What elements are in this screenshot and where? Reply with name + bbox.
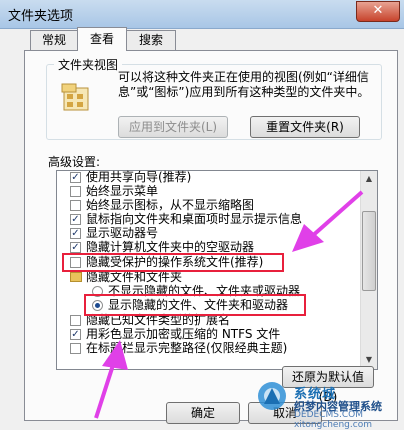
checkbox-use-sharing-wizard[interactable]: ✓ — [70, 172, 81, 183]
close-button[interactable]: ✕ — [356, 1, 400, 22]
title-bar: 文件夹选项 — [0, 0, 404, 29]
checkbox-always-show-menus[interactable] — [70, 186, 81, 197]
apply-to-folders-button[interactable]: 应用到文件夹(L) — [118, 116, 228, 138]
list-item-group-label: 隐藏文件和文件夹 — [86, 270, 183, 284]
window-title: 文件夹选项 — [8, 9, 74, 24]
folder-icon — [70, 272, 82, 282]
checkbox-always-show-icons[interactable] — [70, 200, 81, 211]
tab-view[interactable]: 查看 — [77, 27, 127, 51]
folder-view-title: 文件夹视图 — [54, 56, 123, 73]
checkbox-show-popup-info[interactable]: ✓ — [70, 214, 81, 225]
folder-view-icon — [61, 83, 89, 111]
highlight-box-show-hidden — [84, 294, 306, 316]
list-item-label: 使用共享向导(推荐) — [86, 170, 192, 184]
checkbox-color-ntfs[interactable]: ✓ — [70, 329, 81, 340]
list-item-label: 始终显示菜单 — [86, 184, 159, 198]
annotation-arrow-upper — [292, 190, 364, 252]
checkbox-show-drive-letters[interactable]: ✓ — [70, 228, 81, 239]
folder-view-description: 可以将这种文件夹正在使用的视图(例如“详细信息”或“图标”)应用到所有这种类型的… — [118, 70, 370, 99]
tab-general[interactable]: 常规 — [30, 30, 78, 50]
scroll-up-icon[interactable]: ▲ — [361, 171, 377, 187]
advanced-settings-label: 高级设置: — [48, 155, 101, 169]
tab-search[interactable]: 搜索 — [126, 30, 176, 50]
list-item-label: 显示驱动器号 — [86, 226, 159, 240]
watermark-url: DEDECMS.COM xitongcheng.com — [294, 410, 372, 430]
checkbox-hide-empty-drives[interactable]: ✓ — [70, 242, 81, 253]
list-item-label: 始终显示图标，从不显示缩略图 — [86, 198, 255, 212]
highlight-box-protected-files — [62, 253, 284, 272]
list-item-label: 鼠标指向文件夹和桌面项时显示提示信息 — [86, 212, 303, 226]
annotation-arrow-lower — [94, 340, 128, 419]
checkbox-show-full-path[interactable] — [70, 343, 81, 354]
checkbox-hide-extensions[interactable] — [70, 315, 81, 326]
reset-folders-button[interactable]: 重置文件夹(R) — [250, 116, 360, 138]
